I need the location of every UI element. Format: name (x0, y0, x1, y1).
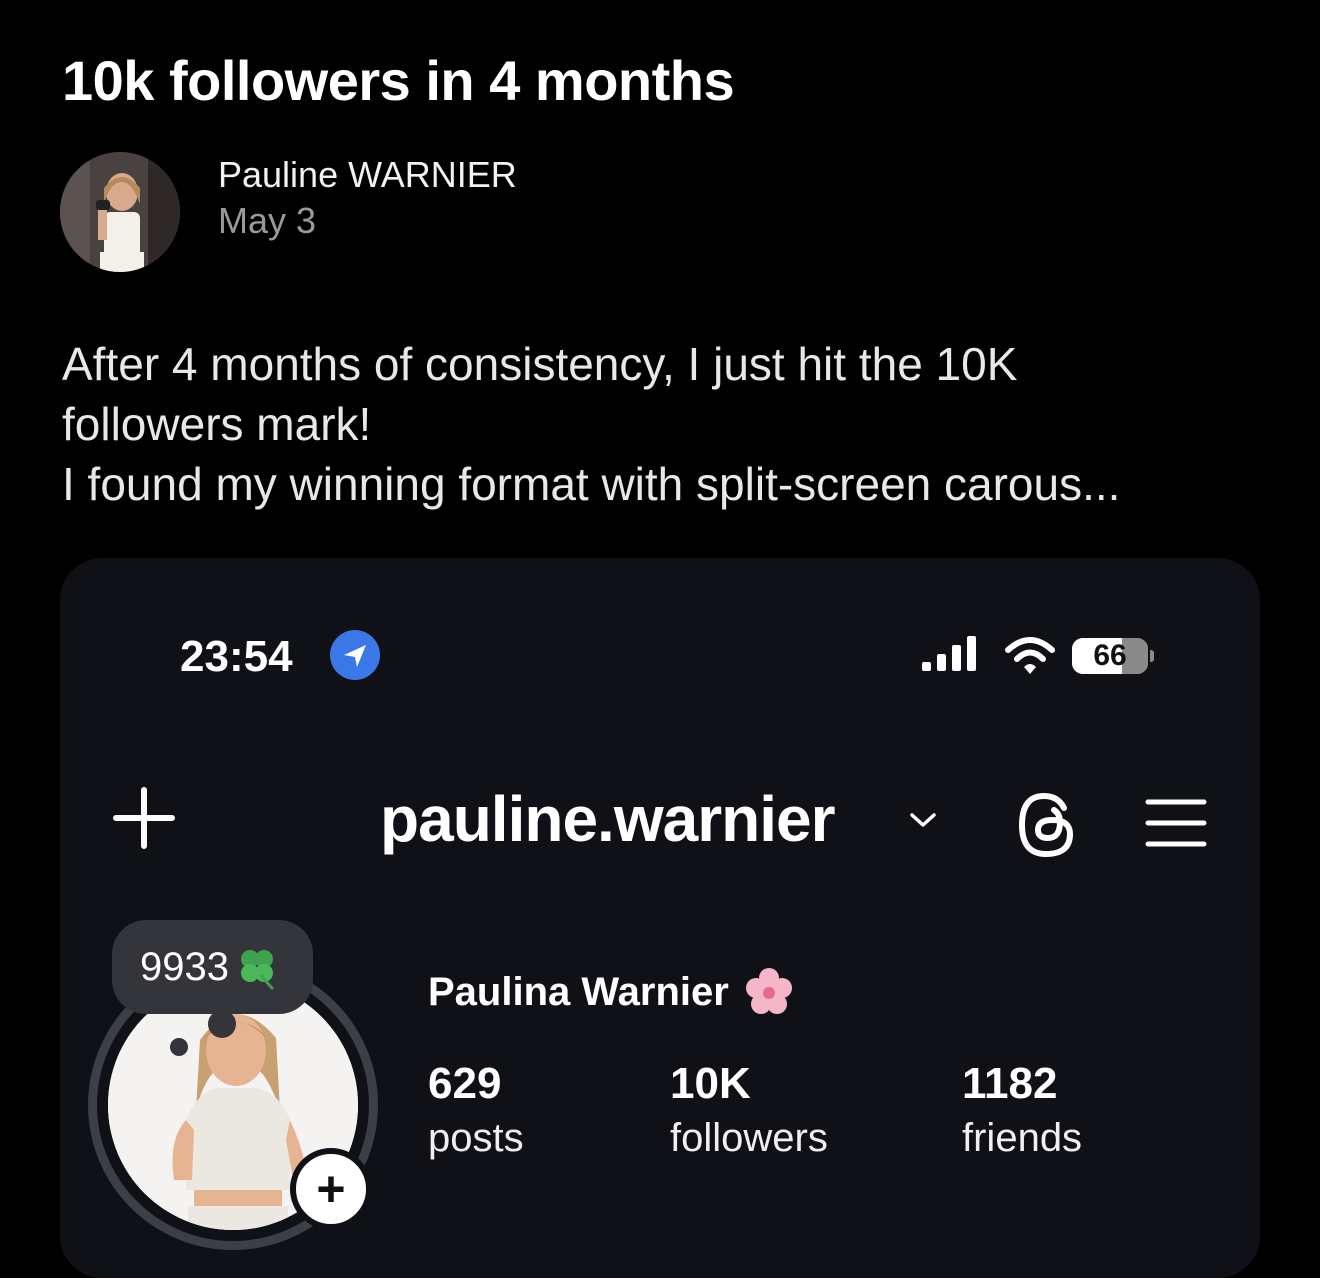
author-name[interactable]: Pauline WARNIER (218, 154, 517, 196)
note-bubble-tail (208, 1010, 236, 1038)
menu-icon[interactable] (1144, 796, 1208, 850)
chevron-down-icon[interactable] (908, 810, 938, 830)
plus-icon[interactable] (112, 786, 176, 850)
stat-posts[interactable]: 629 posts (428, 1058, 524, 1166)
signal-icon (922, 636, 976, 671)
stat-label: posts (428, 1116, 524, 1160)
post-body-line: After 4 months of consistency, I just hi… (62, 338, 1018, 390)
stat-label: friends (962, 1116, 1083, 1160)
note-bubble-tail (170, 1038, 188, 1056)
stat-label: followers (670, 1116, 828, 1160)
profile-username[interactable]: pauline.warnier (380, 780, 835, 858)
battery-percent: 66 (1093, 639, 1127, 672)
note-text: 9933 (140, 944, 229, 989)
stat-value: 10K (670, 1059, 751, 1108)
display-name-text: Paulina Warnier (428, 970, 729, 1014)
stat-followers[interactable]: 10K followers (670, 1058, 828, 1166)
add-story-button[interactable]: + (290, 1148, 372, 1230)
threads-icon[interactable] (1014, 790, 1078, 860)
battery-icon: 66 (1072, 638, 1148, 674)
post-date: May 3 (218, 200, 317, 241)
four-leaf-clover-icon (240, 950, 275, 991)
stat-friends[interactable]: 1182 friends (962, 1058, 1082, 1166)
location-arrow-icon (330, 630, 380, 680)
stat-value: 629 (428, 1059, 502, 1108)
stat-value: 1182 (962, 1059, 1058, 1108)
embedded-screenshot[interactable]: 23:54 66 pauline.warnier + 9933 Paulina … (60, 558, 1260, 1278)
profile-display-name: Paulina Warnier (428, 966, 795, 1018)
author-avatar[interactable] (60, 152, 180, 272)
battery-tip (1150, 650, 1154, 662)
post-body-line: I found my winning format with split-scr… (62, 458, 1121, 510)
wifi-icon (1005, 637, 1055, 674)
status-time: 23:54 (180, 632, 293, 681)
cherry-blossom-icon (745, 968, 792, 1014)
profile-note[interactable]: 9933 (112, 920, 313, 1014)
post-body-line: followers mark! (62, 398, 372, 450)
post-title: 10k followers in 4 months (62, 49, 735, 112)
author-photo (60, 152, 180, 272)
post-body[interactable]: After 4 months of consistency, I just hi… (62, 334, 1282, 514)
